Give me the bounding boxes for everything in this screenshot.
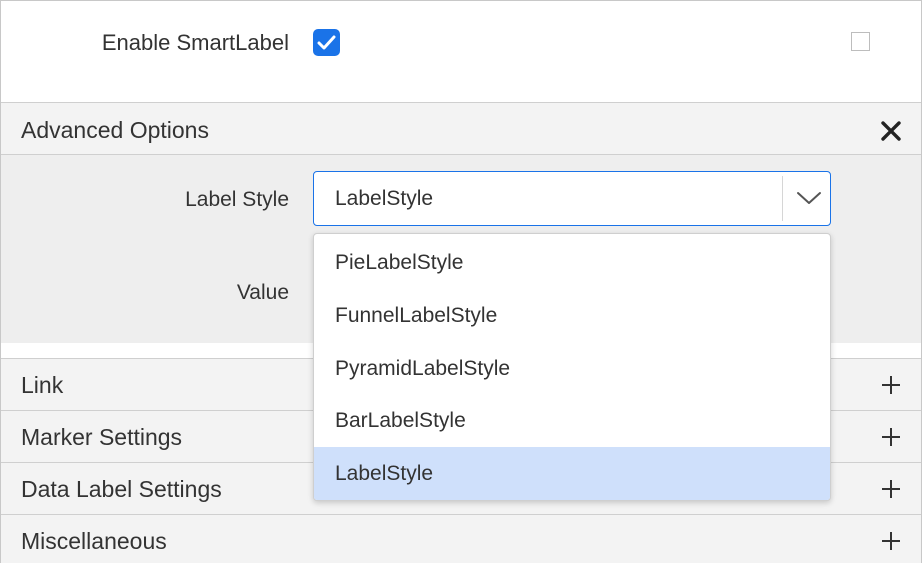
enable-smartlabel-checkbox[interactable] <box>313 29 340 56</box>
chevron-down-icon[interactable] <box>796 190 822 206</box>
label-style-dropdown-list: PieLabelStyle FunnelLabelStyle PyramidLa… <box>313 233 831 501</box>
plus-icon[interactable] <box>880 426 902 448</box>
enable-smartlabel-label: Enable SmartLabel <box>101 30 289 55</box>
select-separator <box>782 176 783 221</box>
section-title: Marker Settings <box>21 424 183 450</box>
section-title: Data Label Settings <box>21 476 222 502</box>
section-title: Link <box>21 372 64 398</box>
plus-icon[interactable] <box>880 530 902 552</box>
label-style-label: Label Style <box>185 188 289 211</box>
dropdown-option-selected[interactable]: LabelStyle <box>314 447 830 500</box>
checkmark-icon <box>317 35 336 50</box>
advanced-options-header[interactable]: Advanced Options <box>1 102 921 155</box>
close-icon[interactable] <box>879 119 903 143</box>
advanced-options-title: Advanced Options <box>21 117 209 143</box>
dropdown-option[interactable]: PieLabelStyle <box>314 236 830 289</box>
properties-panel: Enable SmartLabel Advanced Options Label… <box>0 0 922 563</box>
dropdown-option[interactable]: BarLabelStyle <box>314 394 830 447</box>
dropdown-option[interactable]: FunnelLabelStyle <box>314 289 830 342</box>
label-style-selected-value: LabelStyle <box>335 187 434 210</box>
section-title: Miscellaneous <box>21 528 167 554</box>
section-miscellaneous[interactable]: Miscellaneous <box>1 514 921 563</box>
dropdown-option[interactable]: PyramidLabelStyle <box>314 342 830 395</box>
label-style-select[interactable]: LabelStyle <box>313 171 831 226</box>
smart-label-row: Enable SmartLabel <box>1 1 921 102</box>
plus-icon[interactable] <box>880 374 902 396</box>
value-label: Value <box>236 281 289 304</box>
unchecked-checkbox[interactable] <box>851 32 870 51</box>
plus-icon[interactable] <box>880 478 902 500</box>
